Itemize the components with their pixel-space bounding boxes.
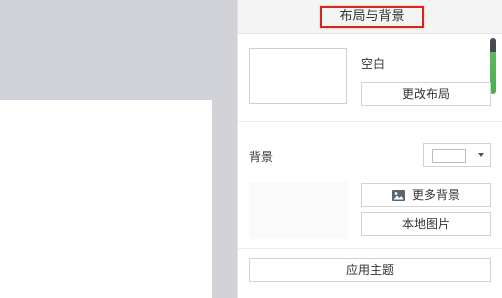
local-image-button[interactable]: 本地图片: [361, 212, 491, 236]
slide-canvas-area: [0, 0, 237, 298]
chevron-down-icon: [478, 153, 484, 157]
image-icon: [391, 189, 405, 201]
layout-name: 空白: [361, 57, 386, 71]
background-color-swatch: [432, 149, 466, 163]
section-divider: [238, 121, 502, 122]
more-backgrounds-label: 更多背景: [411, 188, 460, 202]
section-divider: [238, 248, 502, 249]
apply-theme-button[interactable]: 应用主题: [249, 258, 491, 282]
panel-title: 布局与背景: [320, 6, 424, 28]
slide-page[interactable]: [0, 100, 212, 298]
layout-thumbnail[interactable]: [249, 48, 347, 104]
background-preview: [249, 182, 348, 239]
change-layout-button[interactable]: 更改布局: [361, 82, 491, 106]
background-label: 背景: [249, 150, 274, 164]
more-backgrounds-button[interactable]: 更多背景: [361, 183, 491, 207]
background-color-select[interactable]: [423, 143, 491, 167]
panel-header: 布局与背景: [238, 0, 502, 34]
layout-background-panel: 布局与背景 空白 更改布局 背景 更多背景 本地图片 应用主题: [237, 0, 502, 298]
